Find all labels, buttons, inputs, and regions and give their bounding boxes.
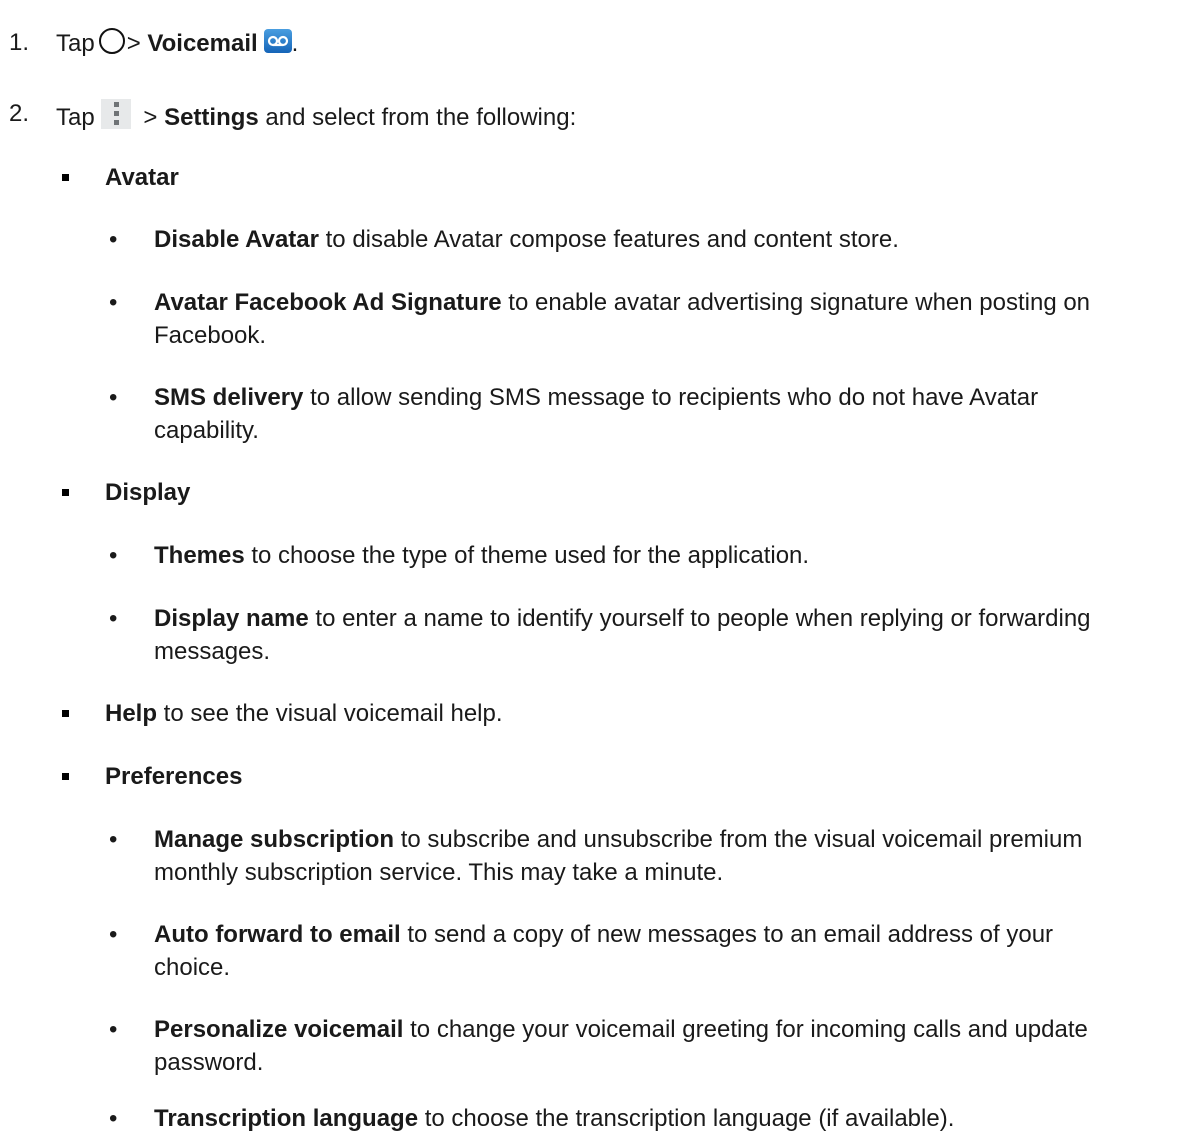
section-heading: Help	[105, 700, 158, 727]
item-title: Personalize voicemail	[154, 1016, 404, 1043]
section-display: Display	[0, 478, 1204, 514]
voicemail-icon	[263, 29, 292, 53]
list-item: • Disable Avatar to disable Avatar compo…	[0, 225, 1204, 261]
list-item: • Themes to choose the type of theme use…	[0, 541, 1204, 577]
step-text: Tap > Voicemail.	[56, 28, 299, 57]
item-title: Manage subscription	[154, 826, 395, 853]
round-bullet: •	[109, 226, 118, 253]
section-heading: Preferences	[105, 763, 243, 790]
item-description: to choose the type of theme used for the…	[244, 542, 810, 569]
list-item: • Avatar Facebook Ad Signature to enable…	[0, 288, 1204, 324]
round-bullet: •	[109, 605, 118, 632]
item-title: Auto forward to email	[154, 921, 401, 948]
section-preferences: Preferences	[0, 762, 1204, 798]
item-description: to disable Avatar compose features and c…	[318, 226, 899, 253]
list-item: • Manage subscription to subscribe and u…	[0, 825, 1204, 861]
step-2: 2. Tap > Settings and select from the fo…	[0, 99, 1204, 135]
settings-label: Settings	[164, 104, 259, 131]
item-title: Themes	[154, 542, 245, 569]
item-description: to choose the transcription language (if…	[418, 1105, 955, 1132]
step-text: Tap > Settings and select from the follo…	[56, 99, 576, 133]
step-number: 1.	[9, 29, 30, 56]
item-description: to enable avatar advertising signature w…	[501, 289, 1091, 316]
round-bullet: •	[109, 384, 118, 411]
more-options-icon	[100, 99, 131, 129]
round-bullet: •	[109, 826, 118, 853]
list-item: • Auto forward to email to send a copy o…	[0, 920, 1204, 956]
item-description-continued: messages.	[154, 638, 271, 665]
section-heading: Display	[105, 479, 191, 506]
voicemail-label: Voicemail	[147, 30, 258, 57]
round-bullet: •	[109, 921, 118, 948]
item-description-continued: monthly subscription service. This may t…	[154, 859, 724, 886]
item-description-continued: password.	[154, 1049, 264, 1076]
item-description-continued: Facebook.	[154, 322, 267, 349]
list-item: • Display name to enter a name to identi…	[0, 604, 1204, 640]
item-description: to see the visual voicemail help.	[157, 700, 503, 727]
item-description: to allow sending SMS message to recipien…	[303, 384, 1039, 411]
step-number: 2.	[9, 100, 30, 127]
step-1: 1. Tap > Voicemail.	[0, 28, 1204, 64]
section-avatar: Avatar	[0, 163, 1204, 199]
item-title: Transcription language	[154, 1105, 419, 1132]
item-title: Disable Avatar	[154, 226, 319, 253]
item-description: to change your voicemail greeting for in…	[403, 1016, 1088, 1043]
round-bullet: •	[109, 1016, 118, 1043]
section-help: Help to see the visual voicemail help.	[0, 699, 1204, 735]
square-bullet	[62, 489, 69, 496]
round-bullet: •	[109, 289, 118, 316]
round-bullet: •	[109, 1105, 118, 1132]
item-description-continued: capability.	[154, 417, 259, 444]
item-description: to subscribe and unsubscribe from the vi…	[394, 826, 1083, 853]
round-bullet: •	[109, 542, 118, 569]
square-bullet	[62, 174, 69, 181]
square-bullet	[62, 773, 69, 780]
item-title: Avatar Facebook Ad Signature	[154, 289, 502, 316]
item-description: to send a copy of new messages to an ema…	[400, 921, 1054, 948]
item-title: SMS delivery	[154, 384, 304, 411]
home-circle-icon	[98, 28, 125, 54]
square-bullet	[62, 710, 69, 717]
item-title: Display name	[154, 605, 309, 632]
section-heading: Avatar	[105, 164, 179, 191]
item-description-continued: choice.	[154, 954, 231, 981]
list-item: • Personalize voicemail to change your v…	[0, 1015, 1204, 1051]
item-description: to enter a name to identify yourself to …	[308, 605, 1091, 632]
list-item: • SMS delivery to allow sending SMS mess…	[0, 383, 1204, 419]
list-item: • Transcription language to choose the t…	[0, 1104, 1204, 1140]
